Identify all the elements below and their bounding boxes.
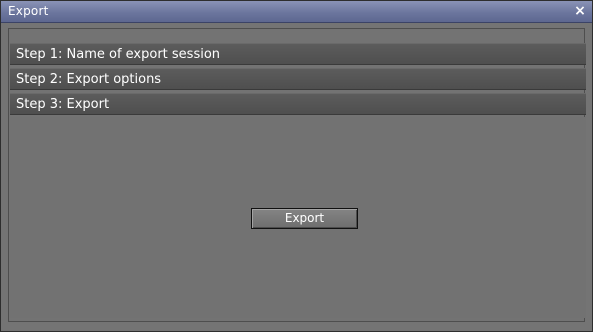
title-bar[interactable]: Export × [1, 1, 592, 23]
close-icon[interactable]: × [573, 3, 587, 19]
step-2-header[interactable]: Step 2: Export options [10, 68, 586, 90]
step-3-header[interactable]: Step 3: Export [10, 93, 586, 115]
step-1-header[interactable]: Step 1: Name of export session [10, 43, 586, 65]
export-button[interactable]: Export [251, 208, 358, 229]
window-title: Export [8, 4, 49, 18]
